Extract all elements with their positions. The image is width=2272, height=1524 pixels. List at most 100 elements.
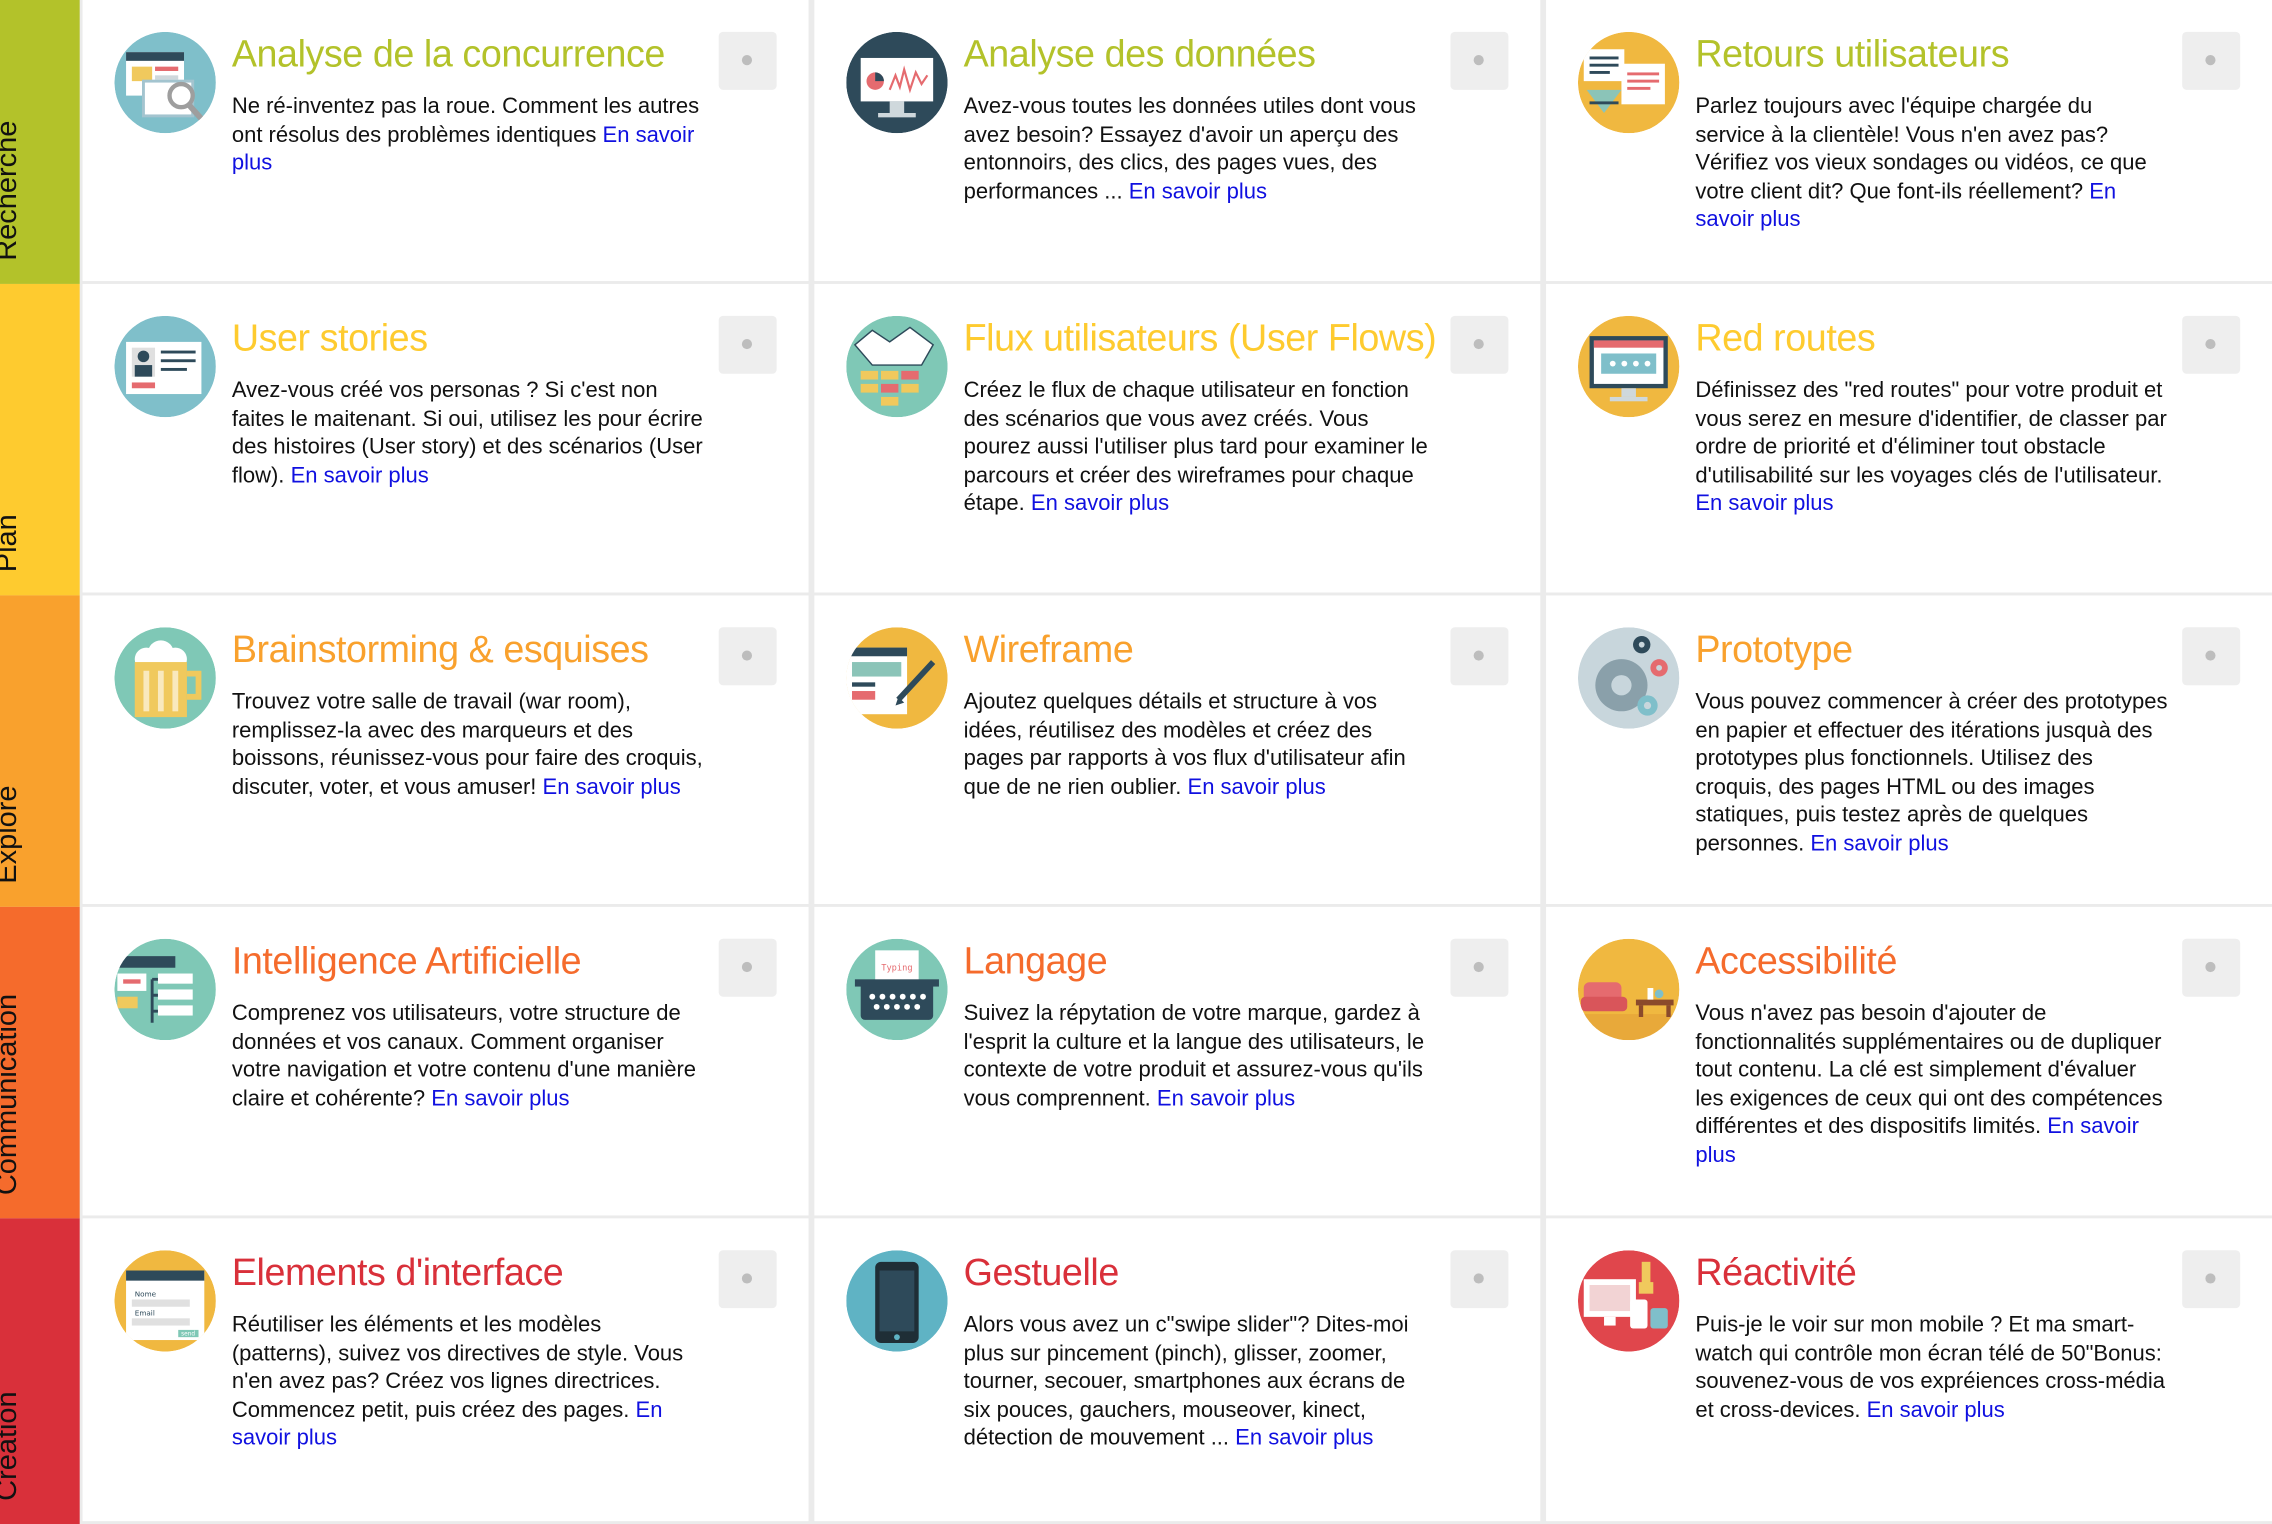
dot-icon bbox=[741, 961, 753, 973]
phase-label-creation: Création bbox=[0, 1391, 24, 1501]
card-description: Suivez la répytation de votre marque, ga… bbox=[964, 1000, 1436, 1113]
phase-label-plan: Plan bbox=[0, 514, 24, 573]
card-title: User stories bbox=[231, 315, 428, 360]
card-flag-button[interactable] bbox=[718, 31, 777, 90]
dot-icon bbox=[2205, 650, 2216, 661]
responsive-devices-icon bbox=[1577, 1250, 1680, 1352]
dot-icon bbox=[1473, 650, 1484, 661]
typewriter-icon: Typing bbox=[846, 938, 948, 1041]
card-title: Brainstorming & esquises bbox=[231, 627, 649, 671]
card-title: Intelligence Artificielle bbox=[231, 938, 582, 983]
card-flag-button[interactable] bbox=[1450, 31, 1509, 90]
phase-bar-explore: Explore bbox=[0, 595, 80, 907]
card-flag-button[interactable] bbox=[2182, 627, 2241, 686]
dot-icon bbox=[1473, 961, 1484, 973]
card-text: Définissez des "red routes" pour votre p… bbox=[1695, 378, 2167, 488]
phase-row-creation: Création Nome Email send Elements d'interf… bbox=[0, 1218, 2272, 1524]
card-description: Ajoutez quelques détails et structure à … bbox=[964, 688, 1436, 801]
card-description: Comprenez vos utilisateurs, votre struct… bbox=[232, 1000, 704, 1113]
card-flag-button[interactable] bbox=[1450, 627, 1509, 686]
en-savoir-plus-link[interactable]: En savoir plus bbox=[1695, 491, 1833, 516]
card-title: Accessibilité bbox=[1695, 938, 1897, 983]
information-architecture-icon bbox=[114, 938, 216, 1041]
card-title: Flux utilisateurs (User Flows) bbox=[963, 315, 1437, 360]
interface-form-icon: Nome Email send bbox=[114, 1250, 216, 1352]
dot-icon bbox=[1473, 338, 1484, 350]
card-description: Vous pouvez commencer à créer des protot… bbox=[1695, 688, 2167, 857]
phase-label-communication: Communication bbox=[0, 993, 24, 1196]
card-description: Réutiliser les éléments et les modèles (… bbox=[232, 1311, 704, 1452]
card-flag-button[interactable] bbox=[2182, 315, 2241, 374]
card-gestuelle: Gestuelle Alors vous avez un c"swipe sli… bbox=[814, 1218, 1541, 1522]
form-email-label: Email bbox=[135, 1308, 155, 1317]
form-name-label: Nome bbox=[135, 1290, 157, 1299]
card-description: Créez le flux de chaque utilisateur en f… bbox=[964, 377, 1436, 518]
card-title: Analyse de la concurrence bbox=[231, 31, 666, 76]
en-savoir-plus-link[interactable]: En savoir plus bbox=[291, 463, 429, 488]
user-feedback-icon bbox=[1577, 31, 1680, 134]
en-savoir-plus-link[interactable]: En savoir plus bbox=[1867, 1397, 2005, 1422]
dot-icon bbox=[741, 55, 753, 66]
dot-icon bbox=[741, 338, 753, 350]
phase-row-plan: Plan User stories Avez-vous créé vos per… bbox=[0, 283, 2272, 596]
dot-icon bbox=[741, 1273, 753, 1284]
dot-icon bbox=[2205, 338, 2216, 350]
card-flag-button[interactable] bbox=[2182, 31, 2241, 90]
card-title: Elements d'interface bbox=[231, 1250, 564, 1294]
dot-icon bbox=[741, 650, 753, 661]
phase-bar-plan: Plan bbox=[0, 283, 80, 596]
card-user-stories: User stories Avez-vous créé vos personas… bbox=[82, 283, 809, 593]
user-stories-icon bbox=[114, 315, 216, 418]
en-savoir-plus-link[interactable]: En savoir plus bbox=[1157, 1086, 1295, 1111]
card-wireframe: Wireframe Ajoutez quelques détails et st… bbox=[814, 595, 1541, 904]
card-flag-button[interactable] bbox=[718, 627, 777, 686]
card-flag-button[interactable] bbox=[1450, 1250, 1509, 1309]
card-analyse-donnees: Analyse des données Avez-vous toutes les… bbox=[814, 0, 1541, 282]
card-title: Prototype bbox=[1695, 627, 1853, 671]
card-title: Langage bbox=[963, 938, 1108, 983]
typewriter-paper-text: Typing bbox=[881, 964, 912, 974]
card-text: Parlez toujours avec l'équipe chargée du… bbox=[1695, 94, 2147, 204]
en-savoir-plus-link[interactable]: En savoir plus bbox=[1810, 831, 1948, 856]
en-savoir-plus-link[interactable]: En savoir plus bbox=[431, 1086, 569, 1111]
card-flag-button[interactable] bbox=[2182, 1250, 2241, 1309]
dot-icon bbox=[2205, 961, 2216, 973]
card-title: Gestuelle bbox=[963, 1250, 1120, 1294]
card-flag-button[interactable] bbox=[1450, 938, 1509, 997]
phase-row-explore: Explore Brainstorming & esquises Trouvez… bbox=[0, 595, 2272, 907]
card-text: Réutiliser les éléments et les modèles (… bbox=[231, 1312, 684, 1422]
card-title: Red routes bbox=[1695, 315, 1876, 360]
card-flag-button[interactable] bbox=[718, 938, 777, 997]
card-description: Parlez toujours avec l'équipe chargée du… bbox=[1695, 93, 2167, 234]
phase-bar-creation: Création bbox=[0, 1218, 80, 1524]
en-savoir-plus-link[interactable]: En savoir plus bbox=[1031, 491, 1169, 516]
card-langage: Typing Langage Suivez la répytation de v… bbox=[814, 906, 1541, 1216]
card-description: Vous n'avez pas besoin d'ajouter de fonc… bbox=[1695, 1000, 2167, 1169]
brainstorming-icon bbox=[114, 627, 216, 729]
card-flag-button[interactable] bbox=[718, 315, 777, 374]
card-flag-button[interactable] bbox=[1450, 315, 1509, 374]
card-title: Wireframe bbox=[963, 627, 1134, 671]
card-red-routes: Red routes Définissez des "red routes" p… bbox=[1546, 283, 2272, 593]
card-flag-button[interactable] bbox=[2182, 938, 2241, 997]
phase-row-recherche: Recherche Analyse de la concurrence Ne r… bbox=[0, 0, 2272, 284]
card-elements-interface: Nome Email send Elements d'interface Réuti… bbox=[82, 1218, 809, 1522]
dot-icon bbox=[1473, 1273, 1484, 1284]
form-send-label: send bbox=[181, 1332, 195, 1338]
user-flows-icon bbox=[846, 315, 948, 418]
card-description: Puis-je le voir sur mon mobile ? Et ma s… bbox=[1695, 1311, 2167, 1424]
card-title: Analyse des données bbox=[963, 31, 1316, 76]
en-savoir-plus-link[interactable]: En savoir plus bbox=[1235, 1426, 1373, 1451]
en-savoir-plus-link[interactable]: En savoir plus bbox=[543, 774, 681, 799]
accessibility-room-icon bbox=[1577, 938, 1680, 1041]
card-description: Avez-vous créé vos personas ? Si c'est n… bbox=[232, 377, 704, 490]
wireframe-icon bbox=[846, 627, 948, 729]
dot-icon bbox=[2205, 55, 2216, 66]
card-intelligence-artificielle: Intelligence Artificielle Comprenez vos … bbox=[82, 906, 809, 1216]
card-flag-button[interactable] bbox=[718, 1250, 777, 1309]
en-savoir-plus-link[interactable]: En savoir plus bbox=[1188, 774, 1326, 799]
en-savoir-plus-link[interactable]: En savoir plus bbox=[1129, 179, 1267, 204]
prototype-gears-icon bbox=[1577, 627, 1680, 729]
card-reactivite: Réactivité Puis-je le voir sur mon mobil… bbox=[1546, 1218, 2272, 1522]
phase-label-explore: Explore bbox=[0, 785, 24, 884]
